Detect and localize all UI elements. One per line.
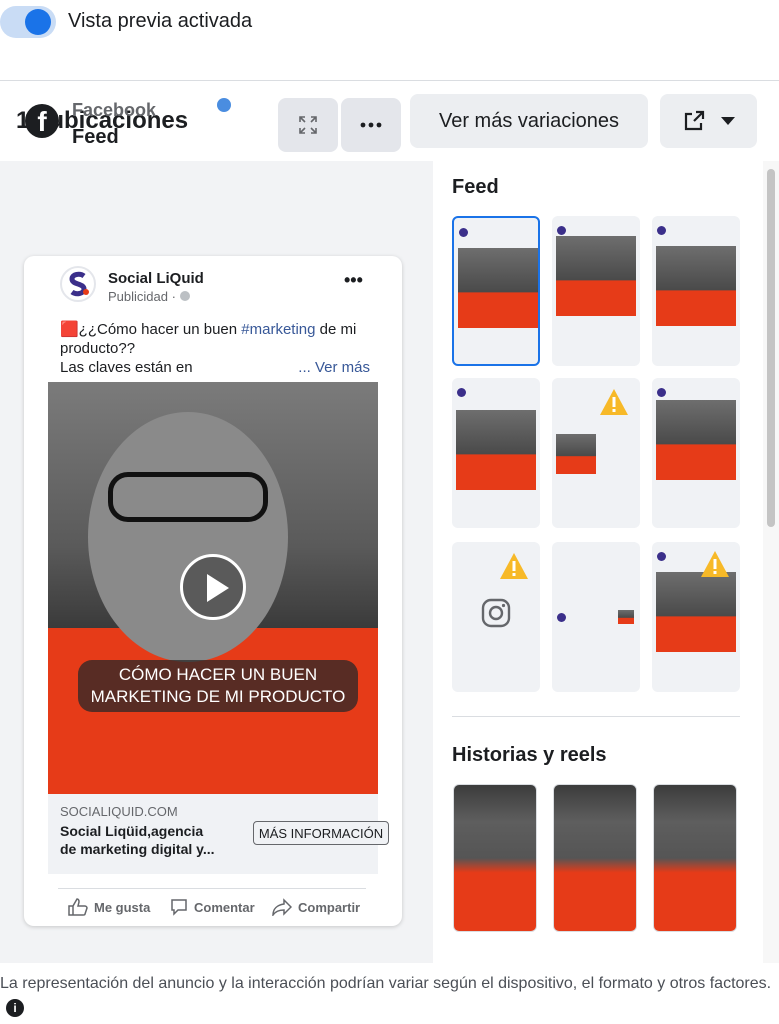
section-divider — [452, 716, 740, 717]
ad-preview-card: Social LiQuid Publicidad · ••• 🟥¿¿Cómo h… — [24, 256, 402, 926]
facebook-icon: f — [25, 104, 59, 138]
ad-headline: Social Liqüid,agencia de marketing digit… — [60, 823, 215, 857]
video-face — [88, 412, 288, 662]
thumb-image — [656, 246, 736, 326]
info-icon[interactable]: i — [6, 998, 24, 1017]
warning-icon — [500, 553, 528, 579]
thumbs-up-icon — [68, 898, 88, 916]
play-icon[interactable] — [180, 554, 246, 620]
expand-button[interactable] — [278, 98, 338, 152]
more-options-button[interactable] — [341, 98, 401, 152]
placement-thumb-instagram-profile[interactable] — [452, 542, 540, 692]
more-icon — [360, 122, 382, 128]
reactions-divider — [58, 888, 366, 889]
caret-down-icon — [720, 117, 735, 125]
page-name[interactable]: Social LiQuid — [108, 270, 204, 287]
placement-thumb-search-results[interactable] — [552, 542, 640, 692]
stories-section-title: Historias y reels — [452, 744, 607, 766]
scrollbar[interactable] — [763, 161, 779, 963]
disclaimer-text: La representación del anuncio y la inter… — [0, 975, 772, 1017]
placement-thumb-marketplace[interactable] — [652, 216, 740, 366]
placement-thumb-reels[interactable] — [653, 784, 737, 932]
feed-section-title: Feed — [452, 176, 499, 198]
thumb-image — [456, 410, 536, 490]
see-more-link[interactable]: ... Ver más — [298, 358, 370, 377]
ad-more-icon[interactable]: ••• — [344, 270, 363, 291]
preview-toggle-label: Vista previa activada — [68, 10, 253, 32]
thumb-image — [656, 400, 736, 480]
sponsored-label: Publicidad · — [108, 289, 190, 304]
placement-thumb-right-column[interactable] — [552, 378, 640, 528]
ad-video[interactable]: CÓMO HACER UN BUEN MARKETING DE MI PRODU… — [48, 382, 378, 794]
placement-thumb-instagram-stories[interactable] — [553, 784, 637, 932]
video-caption: CÓMO HACER UN BUEN MARKETING DE MI PRODU… — [78, 660, 358, 712]
placement-thumb-reels-feed[interactable] — [652, 542, 740, 692]
placement-thumb-instagram-feed[interactable] — [552, 216, 640, 366]
thumb-image — [556, 236, 636, 316]
like-button[interactable]: Me gusta — [68, 898, 150, 916]
video-glasses — [108, 472, 268, 522]
learn-more-button[interactable]: MÁS INFORMACIÓN — [253, 821, 389, 845]
placement-thumb-facebook-stories[interactable] — [453, 784, 537, 932]
comment-button[interactable]: Comentar — [170, 898, 255, 916]
placement-thumb-video-feeds[interactable] — [452, 378, 540, 528]
placement-name: Feed — [72, 126, 119, 148]
thumb-image — [458, 248, 538, 328]
expand-icon — [299, 116, 317, 134]
placement-thumb-facebook-feed[interactable] — [452, 216, 540, 366]
warning-icon — [701, 551, 729, 577]
share-button[interactable]: Compartir — [272, 898, 360, 916]
external-link-icon — [684, 110, 704, 131]
page-avatar — [60, 266, 96, 302]
see-more-variations-button[interactable]: Ver más variaciones — [410, 94, 648, 148]
comment-icon — [171, 899, 187, 916]
thumb-image — [656, 572, 736, 652]
warning-icon — [600, 389, 628, 415]
share-icon — [272, 898, 292, 916]
cta-area: SOCIALIQUID.COM Social Liqüid,agencia de… — [48, 794, 389, 874]
thumb-image — [556, 434, 596, 474]
ad-domain: SOCIALIQUID.COM — [60, 804, 178, 819]
placement-thumb-explore[interactable] — [652, 378, 740, 528]
platform-name: Facebook — [72, 100, 157, 120]
thumb-image — [618, 610, 634, 624]
hashtag-link[interactable]: #marketing — [241, 321, 315, 338]
open-preview-menu-button[interactable] — [660, 94, 757, 148]
scroll-thumb[interactable] — [767, 169, 775, 527]
ad-primary-text: 🟥¿¿Cómo hacer un buen #marketing de mi p… — [60, 321, 370, 377]
preview-toggle-row: Vista previa activada — [0, 0, 779, 48]
notification-dot — [217, 98, 231, 112]
toggle-knob — [25, 9, 51, 35]
instagram-icon — [481, 598, 511, 628]
globe-icon — [179, 291, 190, 301]
preview-toggle[interactable] — [0, 6, 56, 38]
